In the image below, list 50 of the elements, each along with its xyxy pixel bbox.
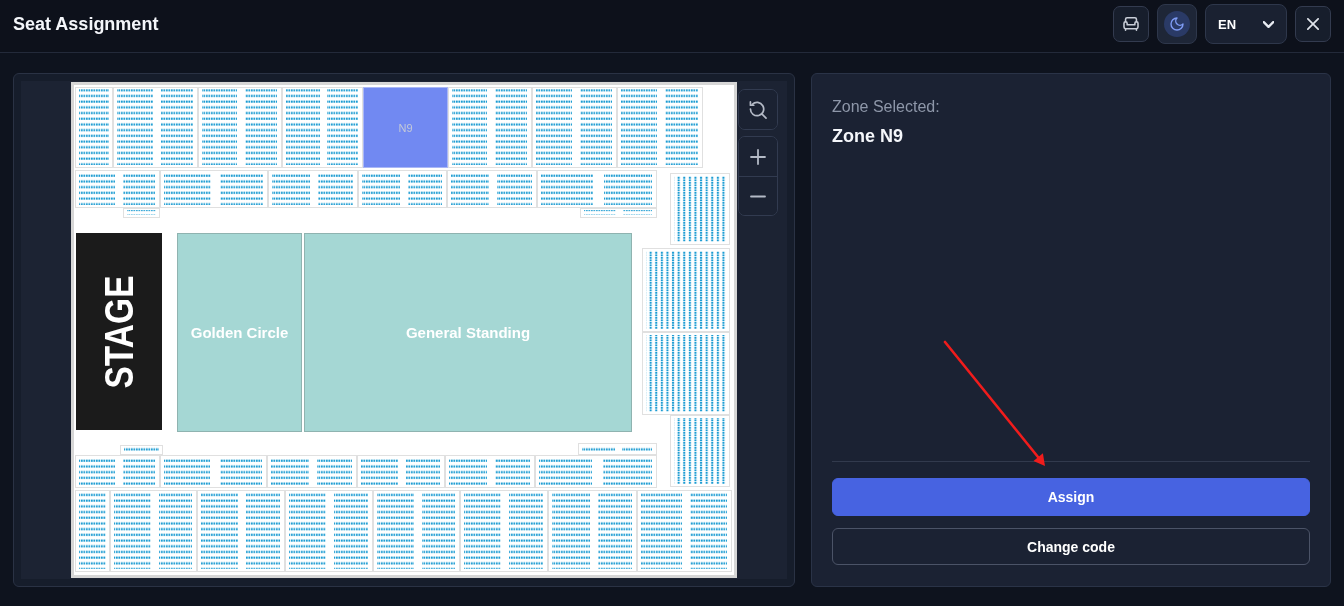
assign-button[interactable]: Assign [832,478,1310,516]
seat-section[interactable] [670,415,730,487]
close-button[interactable] [1295,6,1331,42]
moon-icon [1164,11,1190,37]
seat-section[interactable] [282,87,363,168]
seat-section[interactable] [642,332,730,415]
reset-zoom-button[interactable] [739,90,777,129]
seat-section[interactable] [448,87,532,168]
seat-section[interactable] [445,455,535,488]
seat-section[interactable] [197,490,285,572]
seat-section[interactable] [160,170,268,208]
theme-toggle[interactable] [1157,4,1197,44]
seat-section[interactable] [75,87,113,168]
seat-section[interactable] [113,87,198,168]
seat-section[interactable] [268,170,358,208]
stage: STAGE [76,233,162,430]
seat-section[interactable] [110,490,197,572]
seat-section[interactable] [75,490,110,572]
seat-section[interactable] [75,170,160,218]
language-dropdown[interactable]: EN [1205,4,1287,44]
seat-section[interactable] [447,170,537,208]
chevron-down-icon [1263,20,1274,28]
close-icon [1307,18,1319,30]
plus-icon [750,148,766,165]
seat-section[interactable] [198,87,282,168]
seat-section[interactable] [537,170,657,218]
change-code-button[interactable]: Change code [832,528,1310,565]
zone-heading: Zone Selected: [832,97,941,117]
seat-button[interactable] [1113,6,1149,42]
seat-section[interactable] [642,248,730,332]
seat-section[interactable] [267,455,357,488]
seat-section[interactable] [460,490,548,572]
seat-section[interactable] [637,490,732,572]
armchair-icon [1123,17,1139,31]
zone-name: Zone N9 [832,125,904,147]
zoom-out-button[interactable] [739,176,777,215]
seat-section[interactable] [285,490,373,572]
minus-icon [750,194,766,198]
magnifier-refresh-icon [749,100,767,119]
seat-section[interactable] [160,455,267,488]
seat-section[interactable] [548,490,637,572]
window-title: Seat Assignment [13,13,159,35]
seat-section[interactable] [358,170,447,208]
seat-section[interactable] [373,490,460,572]
seat-section[interactable] [617,87,703,168]
seat-section[interactable] [670,173,730,245]
seat-section[interactable] [535,443,657,488]
seat-section[interactable] [357,455,445,488]
seat-section[interactable] [532,87,617,168]
seat-section[interactable] [75,445,163,488]
